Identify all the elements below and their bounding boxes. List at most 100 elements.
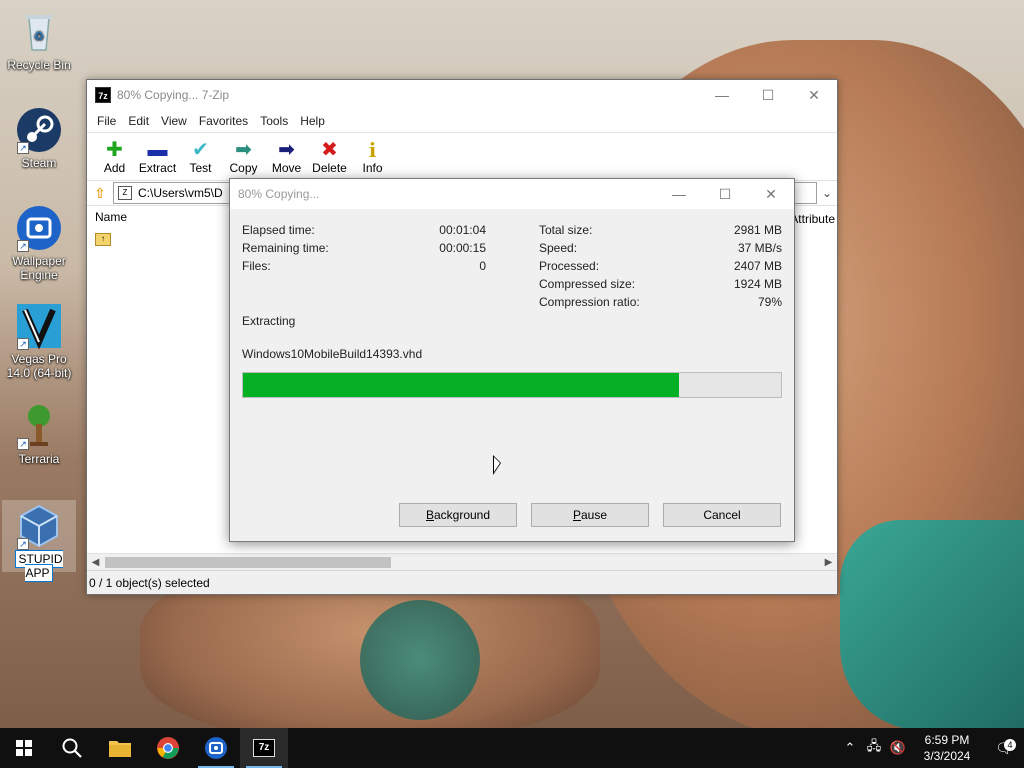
taskbar: 7z ⌃ 🖧 🔇 6:59 PM 3/3/2024 🗨 4 [0, 728, 1024, 768]
scroll-left-icon[interactable]: ◀ [87, 554, 104, 571]
dialog-titlebar[interactable]: 80% Copying... — ☐ ✕ [230, 179, 794, 209]
current-filename: Windows10MobileBuild14393.vhd [242, 347, 423, 361]
background-button[interactable]: Background [399, 503, 517, 527]
delete-x-icon: ✖ [321, 139, 338, 161]
vegas-pro-icon: ↗ [15, 302, 63, 350]
taskbar-chrome[interactable] [144, 728, 192, 768]
recycle-bin-icon: ♻ [15, 8, 63, 56]
start-button[interactable] [0, 728, 48, 768]
tool-label: Test [189, 161, 212, 175]
dialog-minimize-button[interactable]: — [656, 179, 702, 209]
up-arrow-icon: ⇧ [94, 184, 106, 201]
address-dropdown-button[interactable]: ⌄ [817, 186, 837, 200]
progress-dialog[interactable]: 80% Copying... — ☐ ✕ Elapsed time: 00:01… [229, 178, 795, 542]
windows-logo-icon [16, 740, 32, 756]
taskbar-wallpaper-engine[interactable] [192, 728, 240, 768]
compressed-size-value: 1924 MB [733, 277, 782, 291]
progress-bar [242, 372, 782, 398]
progress-bar-fill [243, 373, 679, 397]
horizontal-scrollbar[interactable]: ◀ ▶ [87, 553, 837, 570]
tool-label: Move [271, 161, 302, 175]
desktop-icon-label: STUPID APP [15, 550, 63, 582]
total-size-label: Total size: [539, 223, 593, 237]
7zip-icon: 7z [253, 739, 275, 757]
virtualbox-icon: ↗ [15, 502, 63, 550]
desktop-icon-stupid-app[interactable]: ↗ STUPID APP [2, 500, 76, 582]
window-title: 80% Copying... 7-Zip [117, 88, 230, 102]
menu-edit[interactable]: Edit [122, 114, 155, 128]
wallpaper-engine-icon: ↗ [15, 204, 63, 252]
main-titlebar[interactable]: 7z 80% Copying... 7-Zip — ☐ ✕ [87, 80, 837, 110]
up-folder-button[interactable]: ⇧ [87, 185, 113, 202]
menu-view[interactable]: View [155, 114, 193, 128]
scrollbar-thumb[interactable] [105, 557, 391, 568]
maximize-button[interactable]: ☐ [745, 80, 791, 110]
processed-value: 2407 MB [733, 259, 782, 273]
toolbar: ✚ Add ▬ Extract ✔ Test ➡ Copy ➡ Move ✖ D… [87, 132, 837, 180]
shortcut-arrow-icon: ↗ [17, 438, 29, 450]
info-icon: i [368, 138, 377, 162]
status-bar: 0 / 1 object(s) selected [87, 570, 837, 594]
tool-label: Delete [312, 161, 347, 175]
info-button[interactable]: i Info [351, 133, 394, 175]
dialog-title: 80% Copying... [238, 187, 320, 201]
cancel-button[interactable]: Cancel [663, 503, 781, 527]
files-value: 0 [479, 259, 486, 273]
elapsed-time-value: 00:01:04 [439, 223, 486, 237]
menu-file[interactable]: File [91, 114, 122, 128]
network-status-button[interactable]: 🖧 [862, 737, 886, 759]
scroll-right-icon[interactable]: ▶ [820, 554, 837, 571]
volume-button[interactable]: 🔇 [886, 740, 910, 756]
pause-button[interactable]: Pause [531, 503, 649, 527]
clock-time: 6:59 PM [924, 733, 970, 747]
files-label: Files: [242, 259, 271, 273]
extract-button[interactable]: ▬ Extract [136, 133, 179, 175]
delete-button[interactable]: ✖ Delete [308, 133, 351, 175]
column-header-attributes[interactable]: Attribute [790, 212, 835, 226]
menu-help[interactable]: Help [294, 114, 331, 128]
search-button[interactable] [48, 728, 96, 768]
taskbar-clock[interactable]: 6:59 PM 3/3/2024 [910, 732, 984, 764]
compression-ratio-label: Compression ratio: [539, 295, 640, 309]
move-arrow-icon: ➡ [278, 139, 295, 161]
speed-label: Speed: [539, 241, 578, 255]
tray-overflow-button[interactable]: ⌃ [838, 740, 862, 756]
desktop-icon-wallpaper-engine[interactable]: ↗ Wallpaper Engine [2, 204, 76, 282]
volume-muted-icon: 🔇 [889, 740, 907, 755]
svg-text:♻: ♻ [34, 29, 45, 43]
dialog-close-button[interactable]: ✕ [748, 179, 794, 209]
test-button[interactable]: ✔ Test [179, 133, 222, 175]
shortcut-arrow-icon: ↗ [17, 142, 29, 154]
dialog-maximize-button[interactable]: ☐ [702, 179, 748, 209]
desktop-icon-terraria[interactable]: ↗ Terraria [2, 402, 76, 466]
desktop-icon-label: Wallpaper Engine [12, 254, 66, 282]
compressed-size-label: Compressed size: [539, 277, 636, 291]
desktop-icon-recycle-bin[interactable]: ♻ Recycle Bin [2, 8, 76, 72]
action-center-button[interactable]: 🗨 4 [984, 738, 1024, 757]
archive-icon: Z [118, 186, 132, 200]
tool-label: Info [362, 161, 383, 175]
folder-icon[interactable]: ↑ [95, 233, 111, 246]
remaining-time-value: 00:00:15 [439, 241, 486, 255]
desktop-icon-vegas-pro[interactable]: ↗ Vegas Pro 14.0 (64-bit) [2, 302, 76, 380]
operation-label: Extracting [242, 314, 296, 328]
taskbar-file-explorer[interactable] [96, 728, 144, 768]
menu-tools[interactable]: Tools [254, 114, 294, 128]
copy-button[interactable]: ➡ Copy [222, 133, 265, 175]
desktop-icon-steam[interactable]: ↗ Steam [2, 106, 76, 170]
move-button[interactable]: ➡ Move [265, 133, 308, 175]
close-button[interactable]: ✕ [791, 80, 837, 110]
menu-bar: File Edit View Favorites Tools Help [87, 110, 837, 132]
shortcut-arrow-icon: ↗ [17, 338, 29, 350]
maximize-icon: ☐ [718, 185, 732, 202]
mouse-cursor-icon [493, 455, 501, 475]
shortcut-arrow-icon: ↗ [17, 538, 29, 550]
add-button[interactable]: ✚ Add [93, 133, 136, 175]
menu-favorites[interactable]: Favorites [193, 114, 254, 128]
tool-label: Extract [138, 161, 177, 175]
minimize-button[interactable]: — [699, 80, 745, 110]
desktop-icon-label: Terraria [18, 452, 60, 466]
notification-count-badge: 4 [1004, 738, 1016, 751]
tool-label: Copy [229, 161, 258, 175]
taskbar-7zip[interactable]: 7z [240, 728, 288, 768]
